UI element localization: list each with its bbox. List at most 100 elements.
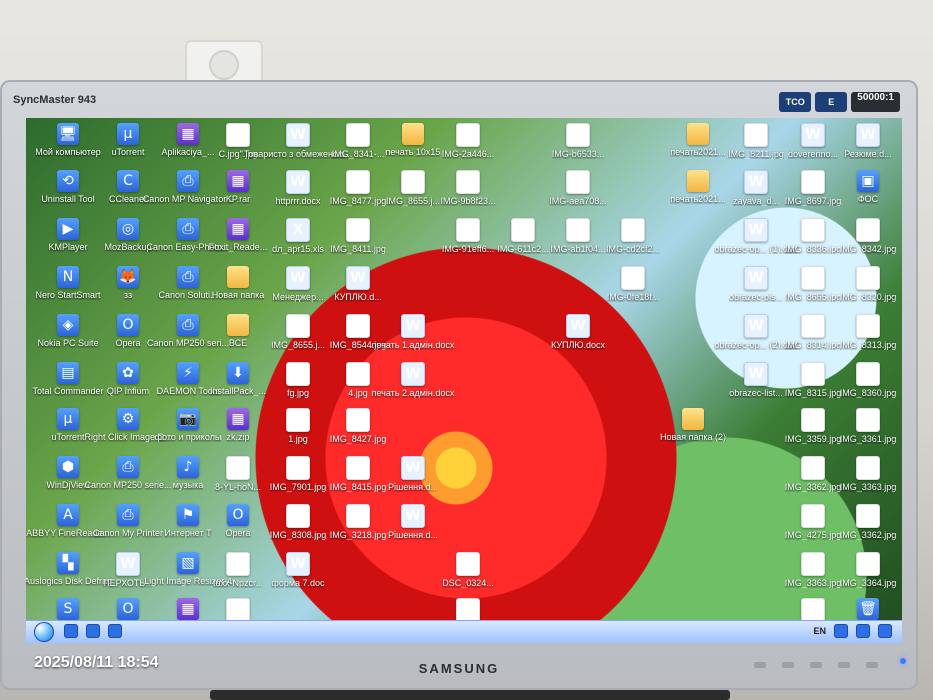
desktop-icon[interactable]: печать2021... — [666, 170, 730, 204]
desktop-icon[interactable]: JPG DSC_0324... — [436, 552, 500, 588]
folder-file-icon — [227, 314, 249, 336]
desktop-icon[interactable]: ▦ KP.rar — [206, 170, 270, 204]
start-button[interactable] — [34, 622, 54, 642]
desktop-icon[interactable]: N Nero StartSmart — [35, 266, 101, 300]
desktop-icon[interactable]: ⎙ Canon MP250 serie... — [84, 456, 172, 490]
desktop-icon[interactable]: Wobrazec-op... (2).doc — [714, 314, 798, 350]
desktop-icon[interactable]: W КУПЛЮ.d... — [326, 266, 390, 302]
desktop-icon[interactable]: Wzayava_d... — [724, 170, 788, 206]
desktop-icon[interactable]: ▦ zk.zip — [206, 408, 270, 442]
jpg-file-icon: JPG — [401, 170, 425, 194]
desktop-icon[interactable]: Wobrazec-op... (1).doc — [714, 218, 798, 254]
desktop-icon[interactable]: JPG IMG-2a446... — [436, 123, 500, 159]
desktop-icon-label: Интернет Т — [164, 528, 212, 538]
desktop-icon[interactable]: Wформа 7.doc — [266, 552, 330, 588]
desktop-icon[interactable]: ⎙ Canon My Printer — [93, 504, 163, 538]
desktop-icon[interactable]: ВСЕ — [206, 314, 270, 348]
desktop-icon[interactable]: JPG IMG-cd2cf2... — [601, 218, 665, 254]
monitor-button[interactable] — [838, 662, 850, 668]
app-file-icon: 🦊 — [117, 266, 139, 288]
desktop-icon[interactable]: Xdл_apr15.xls — [266, 218, 330, 254]
desktop-icon[interactable]: JPG IMG_8411.jpg — [326, 218, 390, 254]
monitor-button[interactable] — [782, 662, 794, 668]
app-file-icon: ⎙ — [177, 170, 199, 192]
desktop-icon[interactable]: JPG IMG_8308.jpg — [266, 504, 330, 540]
desktop-icon[interactable]: Wobrazec-list... — [724, 362, 788, 398]
desktop-icon[interactable]: ⬇ InstallPack_... — [206, 362, 270, 396]
desktop-icon[interactable]: W Рішення.d... — [381, 504, 445, 540]
desktop-icon[interactable]: JPG IMG-b6533... — [546, 123, 610, 159]
desktop-icon[interactable]: ◈ Nokia PC Suite — [36, 314, 100, 348]
desktop-icon[interactable]: JPG IMG_3364.jpg — [836, 552, 900, 588]
monitor-buttons[interactable] — [754, 662, 878, 668]
desktop-icon[interactable]: ▚ Auslogics Disk Defrag — [26, 552, 112, 586]
desktop-icon[interactable]: JPG IMG_7901.jpg — [266, 456, 330, 492]
jpg-file-icon: JPG — [346, 314, 370, 338]
desktop-icon[interactable]: JPG IMG-aea708... — [546, 170, 610, 206]
desktop-icon[interactable]: JPG IMG_3361.jpg — [836, 408, 900, 444]
tray-icon[interactable] — [878, 624, 892, 638]
desktop-icon[interactable]: 🖥 Мой компьютер — [35, 123, 101, 157]
taskbar-icon[interactable] — [86, 624, 100, 638]
desktop-icon[interactable]: Wпечать 1.адмін.docx — [372, 314, 454, 350]
desktop-icon[interactable]: W Резюме.d... — [836, 123, 900, 159]
desktop-icon-label: IMG_8313.jpg — [839, 340, 897, 350]
desktop-icon[interactable]: W Менеджер... — [266, 266, 330, 302]
desktop-icon[interactable]: Wпечать 2.адмін.docx — [372, 362, 454, 398]
desktop-icon[interactable]: JPG 8-YL-hoN... — [206, 456, 270, 492]
desktop-icon[interactable]: JPG IMG_8320.jpg — [836, 266, 900, 302]
monitor-button[interactable] — [754, 662, 766, 668]
taskbar-icon[interactable] — [64, 624, 78, 638]
desktop-icon[interactable]: JPG IMG_3363.jpg — [836, 456, 900, 492]
monitor-badges: TCO E 50000:1 — [779, 92, 900, 112]
desktop-icon[interactable]: 🦊 зз — [96, 266, 160, 300]
desktop-icon-label: IMG_8360.jpg — [839, 388, 897, 398]
desktop-icon[interactable]: Новая папка — [206, 266, 270, 300]
app-file-icon: µ — [57, 408, 79, 430]
taskbar-icon[interactable] — [108, 624, 122, 638]
desktop-icon[interactable]: печать2021... — [666, 123, 730, 157]
language-indicator[interactable]: EN — [813, 626, 826, 636]
monitor-button[interactable] — [866, 662, 878, 668]
app-file-icon: ⎙ — [177, 218, 199, 240]
desktop-icon[interactable]: ▦ Foxit_Reade... — [206, 218, 270, 252]
desktop-icon[interactable]: JPG IMG_8427.jpg — [326, 408, 390, 444]
desktop-icon[interactable]: W Рішення.d... — [381, 456, 445, 492]
desktop-icon[interactable]: ⚙ Right Click Image C... — [84, 408, 172, 442]
desktop-icon[interactable]: JPG IMG-0fe18f... — [601, 266, 665, 302]
desktop-icon[interactable]: ▣ ФОС — [836, 170, 900, 204]
desktop-icon[interactable]: JPG tuxx-Npzcr... — [206, 552, 270, 588]
desktop-icon[interactable]: ▤ Total Commander — [32, 362, 104, 396]
desktop-icon[interactable]: JPG IMG-9b8f23... — [436, 170, 500, 206]
desktop-icon[interactable]: JPG IMG_3362.jpg — [836, 504, 900, 540]
doc-file-icon: W — [566, 314, 590, 338]
tray-icon[interactable] — [834, 624, 848, 638]
desktop-icon[interactable]: Whttprrr.docx — [266, 170, 330, 206]
monitor-button[interactable] — [810, 662, 822, 668]
desktop-icon-label: obrazec-list... — [729, 388, 783, 398]
desktop-icon[interactable]: O Opera — [206, 504, 270, 538]
doc-file-icon: W — [401, 504, 425, 528]
desktop-icon[interactable]: W Товаристо з обмеженою... — [244, 123, 352, 159]
desktop-icon[interactable]: JPG 1.jpg — [266, 408, 330, 444]
desktop-icon[interactable]: JPG IMG_8360.jpg — [836, 362, 900, 398]
desktop-icon[interactable]: JPG IMG_8313.jpg — [836, 314, 900, 350]
desktop-icon[interactable]: ▶ KMPlayer — [36, 218, 100, 252]
desktop-icon[interactable]: JPG IMG_8211.jpg — [724, 123, 788, 159]
desktop-icon[interactable]: ✿ QIP Infium — [96, 362, 160, 396]
tray-icon[interactable] — [856, 624, 870, 638]
desktop-icon[interactable]: Новая папка (2) — [660, 408, 726, 442]
desktop-icon[interactable]: JPG IMG_8342.jpg — [836, 218, 900, 254]
jpg-file-icon: JPG — [346, 408, 370, 432]
desktop-icon-label: IMG-9b8f23... — [440, 196, 496, 206]
desktop-icon-label: fg.jpg — [286, 388, 310, 398]
system-tray: EN — [813, 624, 892, 638]
desktop-icon[interactable]: µ uTorrent — [96, 123, 160, 157]
desktop-icon[interactable]: ⟲ Uninstall Tool — [36, 170, 100, 204]
desktop-icon[interactable]: JPG fg.jpg — [266, 362, 330, 398]
desktop-icon[interactable]: W КУПЛЮ.docx — [546, 314, 610, 350]
desktop-icon[interactable]: JPG IMG_8655.j... — [266, 314, 330, 350]
desktop-icon-label: doverenno... — [787, 149, 839, 159]
desktop-icon[interactable]: Wobrazec-pis... — [724, 266, 788, 302]
desktop-icon[interactable]: A ABBYY FineReade... — [26, 504, 110, 538]
